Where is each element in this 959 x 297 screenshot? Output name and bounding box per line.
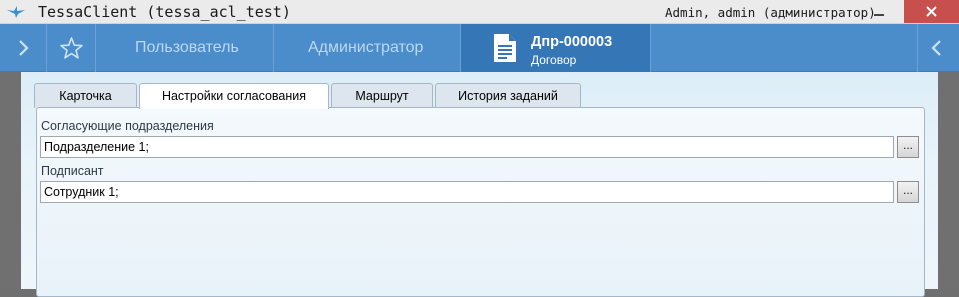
approval-settings-panel: Согласующие подразделения Подразделение …: [36, 107, 925, 297]
card-content: Карточка Настройки согласования Маршрут …: [21, 72, 938, 297]
document-type: Договор: [531, 53, 577, 67]
departments-field[interactable]: Подразделение 1;: [40, 136, 894, 158]
tessa-bird-icon: [7, 6, 25, 18]
window-titlebar: TessaClient (tessa_acl_test) Admin, admi…: [0, 0, 959, 24]
signer-browse-button[interactable]: ...: [897, 181, 919, 203]
departments-label: Согласующие подразделения: [41, 119, 214, 133]
minimize-button[interactable]: [871, 4, 887, 20]
right-panel-edge: [938, 72, 959, 289]
departments-browse-button[interactable]: ...: [897, 136, 919, 158]
tab-approval-settings[interactable]: Настройки согласования: [139, 83, 329, 109]
document-icon: [494, 34, 516, 62]
signer-label: Подписант: [41, 164, 104, 178]
tab-task-history[interactable]: История заданий: [435, 83, 581, 108]
expand-right-panel-button[interactable]: [917, 24, 959, 72]
tab-user-label: Пользователь: [135, 39, 239, 56]
tab-route[interactable]: Маршрут: [331, 83, 433, 108]
tab-administrator-label: Администратор: [308, 39, 424, 56]
chevron-right-icon: [19, 40, 29, 56]
close-button[interactable]: [904, 0, 959, 23]
minimize-icon: [874, 14, 884, 16]
navigation-bar: Пользователь Администратор Дпр-000003 До…: [0, 24, 959, 72]
signer-field[interactable]: Сотрудник 1;: [40, 181, 894, 203]
tab-user[interactable]: Пользователь: [96, 24, 274, 72]
close-icon: [926, 6, 937, 17]
current-user-label: Admin, admin (администратор): [665, 5, 876, 20]
window-title: TessaClient (tessa_acl_test): [38, 3, 291, 21]
expand-left-panel-button[interactable]: [0, 24, 47, 72]
tab-administrator[interactable]: Администратор: [274, 24, 461, 72]
document-number: Дпр-000003: [531, 34, 613, 50]
star-icon: [60, 37, 83, 59]
favorites-button[interactable]: [47, 24, 96, 72]
tab-card[interactable]: Карточка: [34, 83, 137, 108]
chevron-left-icon: [931, 40, 941, 56]
left-panel-edge: [0, 72, 21, 289]
tab-document[interactable]: Дпр-000003 Договор: [461, 24, 651, 72]
